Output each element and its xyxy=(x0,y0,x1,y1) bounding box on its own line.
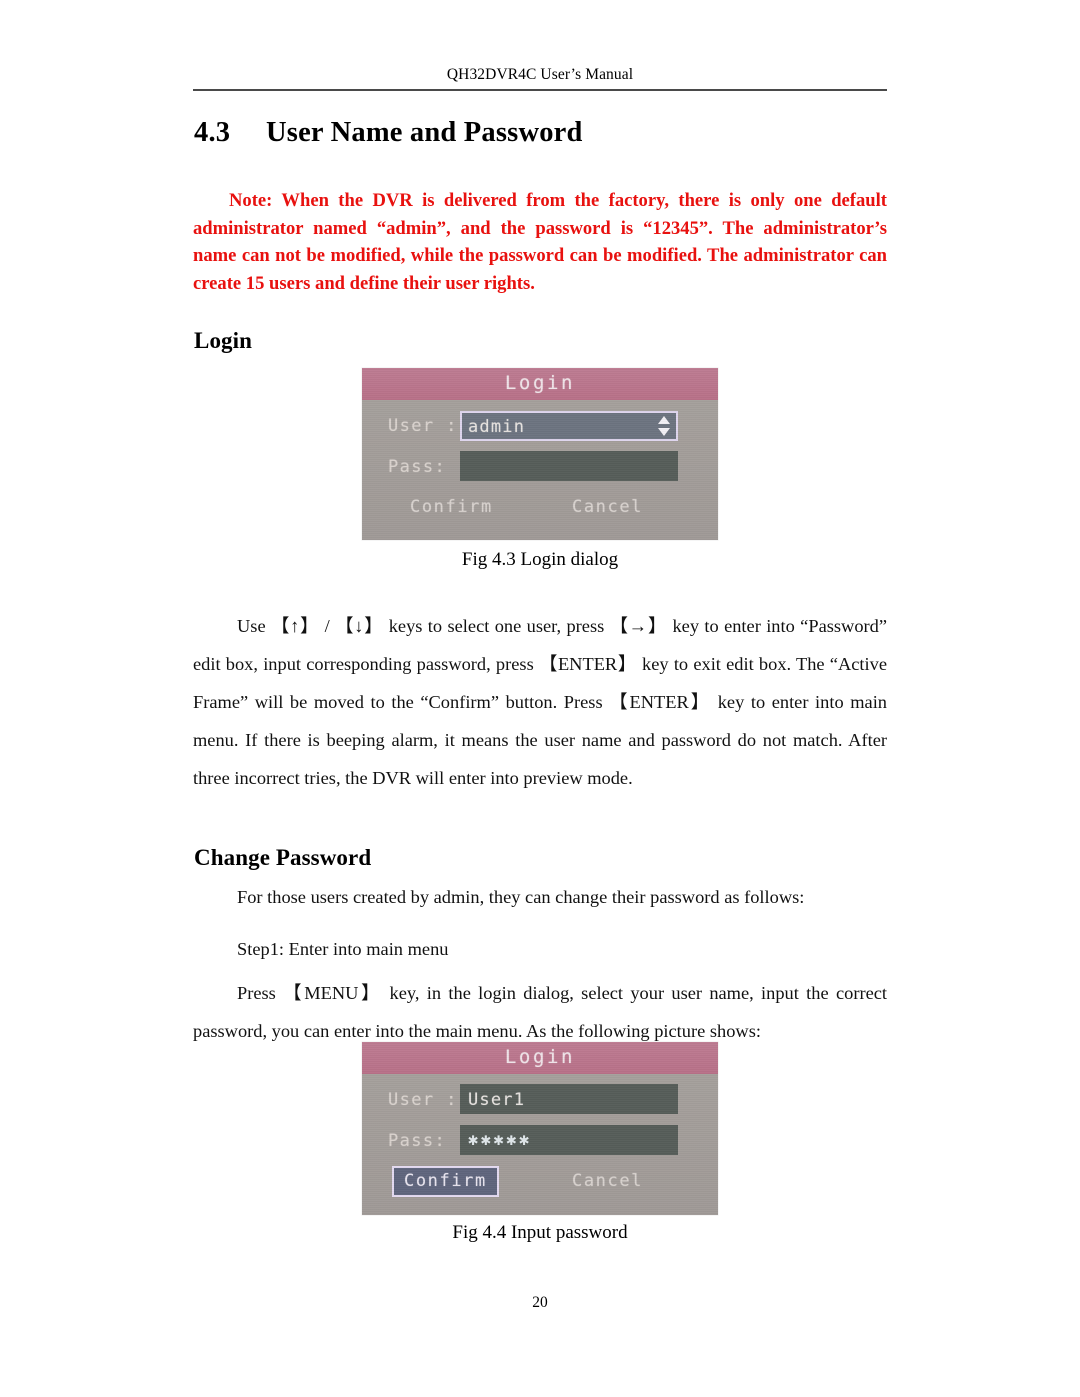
section-number: 4.3 xyxy=(194,117,231,148)
user-label: User : xyxy=(388,1090,458,1110)
pass-value: ✱✱✱✱✱ xyxy=(468,1130,532,1150)
note-block: Note: When the DVR is delivered from the… xyxy=(193,187,887,297)
change-password-step1-text: Step1: Enter into main menu xyxy=(237,939,449,959)
pass-label: Pass: xyxy=(388,1131,447,1151)
section-title-text: User Name and Password xyxy=(266,117,583,148)
cancel-button[interactable]: Cancel xyxy=(562,494,653,521)
confirm-button[interactable]: Confirm xyxy=(400,494,503,521)
figure-login-dialog: Login User : admin Pass: Confirm Cancel xyxy=(362,368,718,540)
user-value: User1 xyxy=(468,1090,526,1110)
page-number: 20 xyxy=(532,1294,548,1311)
user-label: User : xyxy=(388,416,458,436)
login-heading: Login xyxy=(194,328,253,353)
pass-label: Pass: xyxy=(388,457,447,477)
login-paragraph-text: Use 【↑】 / 【↓】 keys to select one user, p… xyxy=(193,616,887,788)
figure-caption-4-4: Fig 4.4 Input password xyxy=(452,1222,628,1243)
change-password-intro: For those users created by admin, they c… xyxy=(193,882,887,912)
change-password-step1: Step1: Enter into main menu xyxy=(193,934,887,964)
figure-caption-4-3: Fig 4.3 Login dialog xyxy=(461,549,619,570)
login-paragraph: Use 【↑】 / 【↓】 keys to select one user, p… xyxy=(193,607,887,797)
cancel-button[interactable]: Cancel xyxy=(562,1168,653,1195)
change-password-heading: Change Password xyxy=(194,845,372,870)
confirm-button[interactable]: Confirm xyxy=(392,1166,499,1197)
change-password-step1-detail-text: Press 【MENU】 key, in the login dialog, s… xyxy=(193,983,887,1041)
change-password-step1-detail: Press 【MENU】 key, in the login dialog, s… xyxy=(193,974,887,1050)
figure-input-password-dialog: Login User : User1 Pass: ✱✱✱✱✱ Confirm C… xyxy=(362,1042,718,1215)
user-value: admin xyxy=(468,417,526,437)
header-rule xyxy=(193,89,887,91)
dialog-title: Login xyxy=(504,1046,576,1068)
dialog-body: User : User1 Pass: ✱✱✱✱✱ Confirm Cancel xyxy=(362,1074,718,1215)
change-password-intro-text: For those users created by admin, they c… xyxy=(237,887,805,907)
note-text: Note: When the DVR is delivered from the… xyxy=(193,190,887,294)
section-title: 4.3 User Name and Password xyxy=(194,117,583,149)
manual-page: QH32DVR4C User’s Manual 4.3 User Name and… xyxy=(0,0,1080,1397)
pass-field[interactable] xyxy=(460,451,678,481)
spinner-icon[interactable] xyxy=(658,416,670,436)
dialog-body: User : admin Pass: Confirm Cancel xyxy=(362,400,718,540)
running-header: QH32DVR4C User’s Manual xyxy=(446,66,634,83)
dialog-title: Login xyxy=(504,372,576,394)
